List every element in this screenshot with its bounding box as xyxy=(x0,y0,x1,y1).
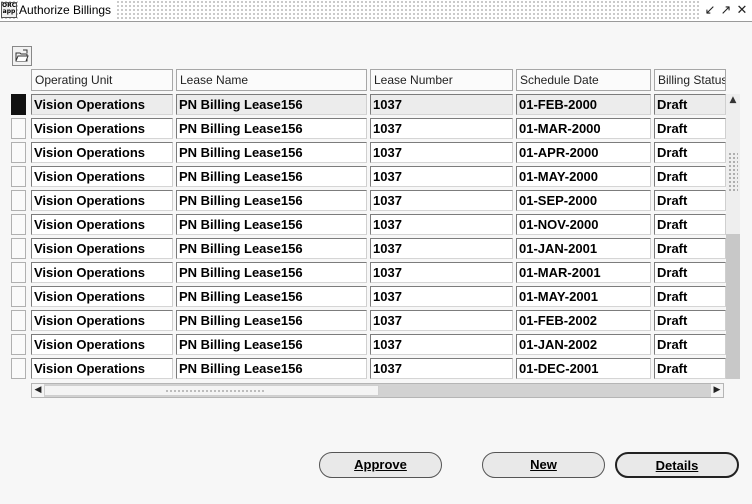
maximize-icon[interactable]: ↗ xyxy=(718,2,734,20)
row-selector[interactable] xyxy=(11,286,26,307)
row-selector[interactable] xyxy=(11,118,26,139)
cell-schedule-date[interactable]: 01-JAN-2002 xyxy=(516,334,651,355)
horizontal-scrollbar[interactable]: ◀ ▶ xyxy=(31,383,724,398)
cell-lease-name[interactable]: PN Billing Lease156 xyxy=(176,358,367,379)
cell-lease-name[interactable]: PN Billing Lease156 xyxy=(176,286,367,307)
cell-operating-unit[interactable]: Vision Operations xyxy=(31,358,173,379)
cell-lease-number[interactable]: 1037 xyxy=(370,94,513,115)
header-lease-name[interactable]: Lease Name xyxy=(176,69,367,91)
cell-operating-unit[interactable]: Vision Operations xyxy=(31,142,173,163)
cell-lease-name[interactable]: PN Billing Lease156 xyxy=(176,214,367,235)
details-button[interactable]: Details xyxy=(615,452,739,478)
row-selector[interactable] xyxy=(11,142,26,163)
row-selector[interactable] xyxy=(11,358,26,379)
cell-billing-status[interactable]: Draft xyxy=(654,166,726,187)
row-selector[interactable] xyxy=(11,262,26,283)
cell-operating-unit[interactable]: Vision Operations xyxy=(31,286,173,307)
cell-operating-unit[interactable]: Vision Operations xyxy=(31,334,173,355)
cell-lease-number[interactable]: 1037 xyxy=(370,166,513,187)
cell-schedule-date[interactable]: 01-APR-2000 xyxy=(516,142,651,163)
cell-lease-name[interactable]: PN Billing Lease156 xyxy=(176,118,367,139)
cell-schedule-date[interactable]: 01-NOV-2000 xyxy=(516,214,651,235)
cell-billing-status[interactable]: Draft xyxy=(654,358,726,379)
folder-open-icon xyxy=(15,49,29,62)
cell-billing-status[interactable]: Draft xyxy=(654,142,726,163)
cell-lease-number[interactable]: 1037 xyxy=(370,358,513,379)
cell-schedule-date[interactable]: 01-FEB-2000 xyxy=(516,94,651,115)
cell-lease-name[interactable]: PN Billing Lease156 xyxy=(176,190,367,211)
cell-lease-name[interactable]: PN Billing Lease156 xyxy=(176,142,367,163)
row-selector[interactable] xyxy=(11,94,26,115)
cell-operating-unit[interactable]: Vision Operations xyxy=(31,214,173,235)
cell-lease-name[interactable]: PN Billing Lease156 xyxy=(176,166,367,187)
vertical-scrollbar[interactable]: ▲ xyxy=(726,94,740,379)
cell-lease-name[interactable]: PN Billing Lease156 xyxy=(176,262,367,283)
row-selector[interactable] xyxy=(11,334,26,355)
minimize-icon[interactable]: ↙ xyxy=(702,2,718,20)
cell-lease-number[interactable]: 1037 xyxy=(370,262,513,283)
cell-billing-status[interactable]: Draft xyxy=(654,118,726,139)
window-title: Authorize Billings xyxy=(18,1,116,19)
row-selector[interactable] xyxy=(11,238,26,259)
scroll-up-icon[interactable]: ▲ xyxy=(726,94,740,106)
row-selector[interactable] xyxy=(11,166,26,187)
cell-schedule-date[interactable]: 01-MAR-2001 xyxy=(516,262,651,283)
cell-billing-status[interactable]: Draft xyxy=(654,286,726,307)
new-button[interactable]: New xyxy=(482,452,605,478)
row-selector[interactable] xyxy=(11,214,26,235)
cell-lease-name[interactable]: PN Billing Lease156 xyxy=(176,94,367,115)
approve-button[interactable]: Approve xyxy=(319,452,442,478)
horizontal-scroll-thumb[interactable] xyxy=(44,385,379,396)
cell-schedule-date[interactable]: 01-MAY-2001 xyxy=(516,286,651,307)
cell-lease-number[interactable]: 1037 xyxy=(370,118,513,139)
cell-schedule-date[interactable]: 01-DEC-2001 xyxy=(516,358,651,379)
row-selector[interactable] xyxy=(11,190,26,211)
scroll-left-icon[interactable]: ◀ xyxy=(32,384,44,397)
cell-billing-status[interactable]: Draft xyxy=(654,214,726,235)
header-operating-unit[interactable]: Operating Unit xyxy=(31,69,173,91)
cell-billing-status[interactable]: Draft xyxy=(654,334,726,355)
cell-operating-unit[interactable]: Vision Operations xyxy=(31,94,173,115)
cell-billing-status[interactable]: Draft xyxy=(654,262,726,283)
header-billing-status[interactable]: Billing Status xyxy=(654,69,726,91)
close-icon[interactable]: ✕ xyxy=(734,2,750,20)
scroll-track[interactable] xyxy=(726,234,740,379)
header-lease-number[interactable]: Lease Number xyxy=(370,69,513,91)
cell-schedule-date[interactable]: 01-MAY-2000 xyxy=(516,166,651,187)
header-schedule-date[interactable]: Schedule Date xyxy=(516,69,651,91)
oracle-app-icon: ORCLapp xyxy=(1,2,17,18)
cell-lease-number[interactable]: 1037 xyxy=(370,142,513,163)
cell-operating-unit[interactable]: Vision Operations xyxy=(31,166,173,187)
cell-schedule-date[interactable]: 01-JAN-2001 xyxy=(516,238,651,259)
cell-lease-name[interactable]: PN Billing Lease156 xyxy=(176,238,367,259)
folder-button[interactable] xyxy=(12,46,32,66)
cell-lease-name[interactable]: PN Billing Lease156 xyxy=(176,334,367,355)
cell-billing-status[interactable]: Draft xyxy=(654,310,726,331)
cell-lease-number[interactable]: 1037 xyxy=(370,286,513,307)
cell-operating-unit[interactable]: Vision Operations xyxy=(31,190,173,211)
cell-lease-number[interactable]: 1037 xyxy=(370,214,513,235)
cell-lease-number[interactable]: 1037 xyxy=(370,190,513,211)
cell-schedule-date[interactable]: 01-MAR-2000 xyxy=(516,118,651,139)
cell-schedule-date[interactable]: 01-FEB-2002 xyxy=(516,310,651,331)
title-bar: ORCLapp Authorize Billings ↙ ↗ ✕ xyxy=(0,0,752,21)
cell-lease-name[interactable]: PN Billing Lease156 xyxy=(176,310,367,331)
cell-lease-number[interactable]: 1037 xyxy=(370,310,513,331)
cell-operating-unit[interactable]: Vision Operations xyxy=(31,118,173,139)
row-selector[interactable] xyxy=(11,310,26,331)
cell-operating-unit[interactable]: Vision Operations xyxy=(31,238,173,259)
cell-billing-status[interactable]: Draft xyxy=(654,190,726,211)
cell-schedule-date[interactable]: 01-SEP-2000 xyxy=(516,190,651,211)
cell-operating-unit[interactable]: Vision Operations xyxy=(31,262,173,283)
window-controls: ↙ ↗ ✕ xyxy=(700,0,752,21)
cell-lease-number[interactable]: 1037 xyxy=(370,238,513,259)
cell-operating-unit[interactable]: Vision Operations xyxy=(31,310,173,331)
cell-lease-number[interactable]: 1037 xyxy=(370,334,513,355)
cell-billing-status[interactable]: Draft xyxy=(654,238,726,259)
scroll-grip[interactable] xyxy=(728,152,738,192)
cell-billing-status[interactable]: Draft xyxy=(654,94,726,115)
scroll-right-icon[interactable]: ▶ xyxy=(711,384,723,397)
